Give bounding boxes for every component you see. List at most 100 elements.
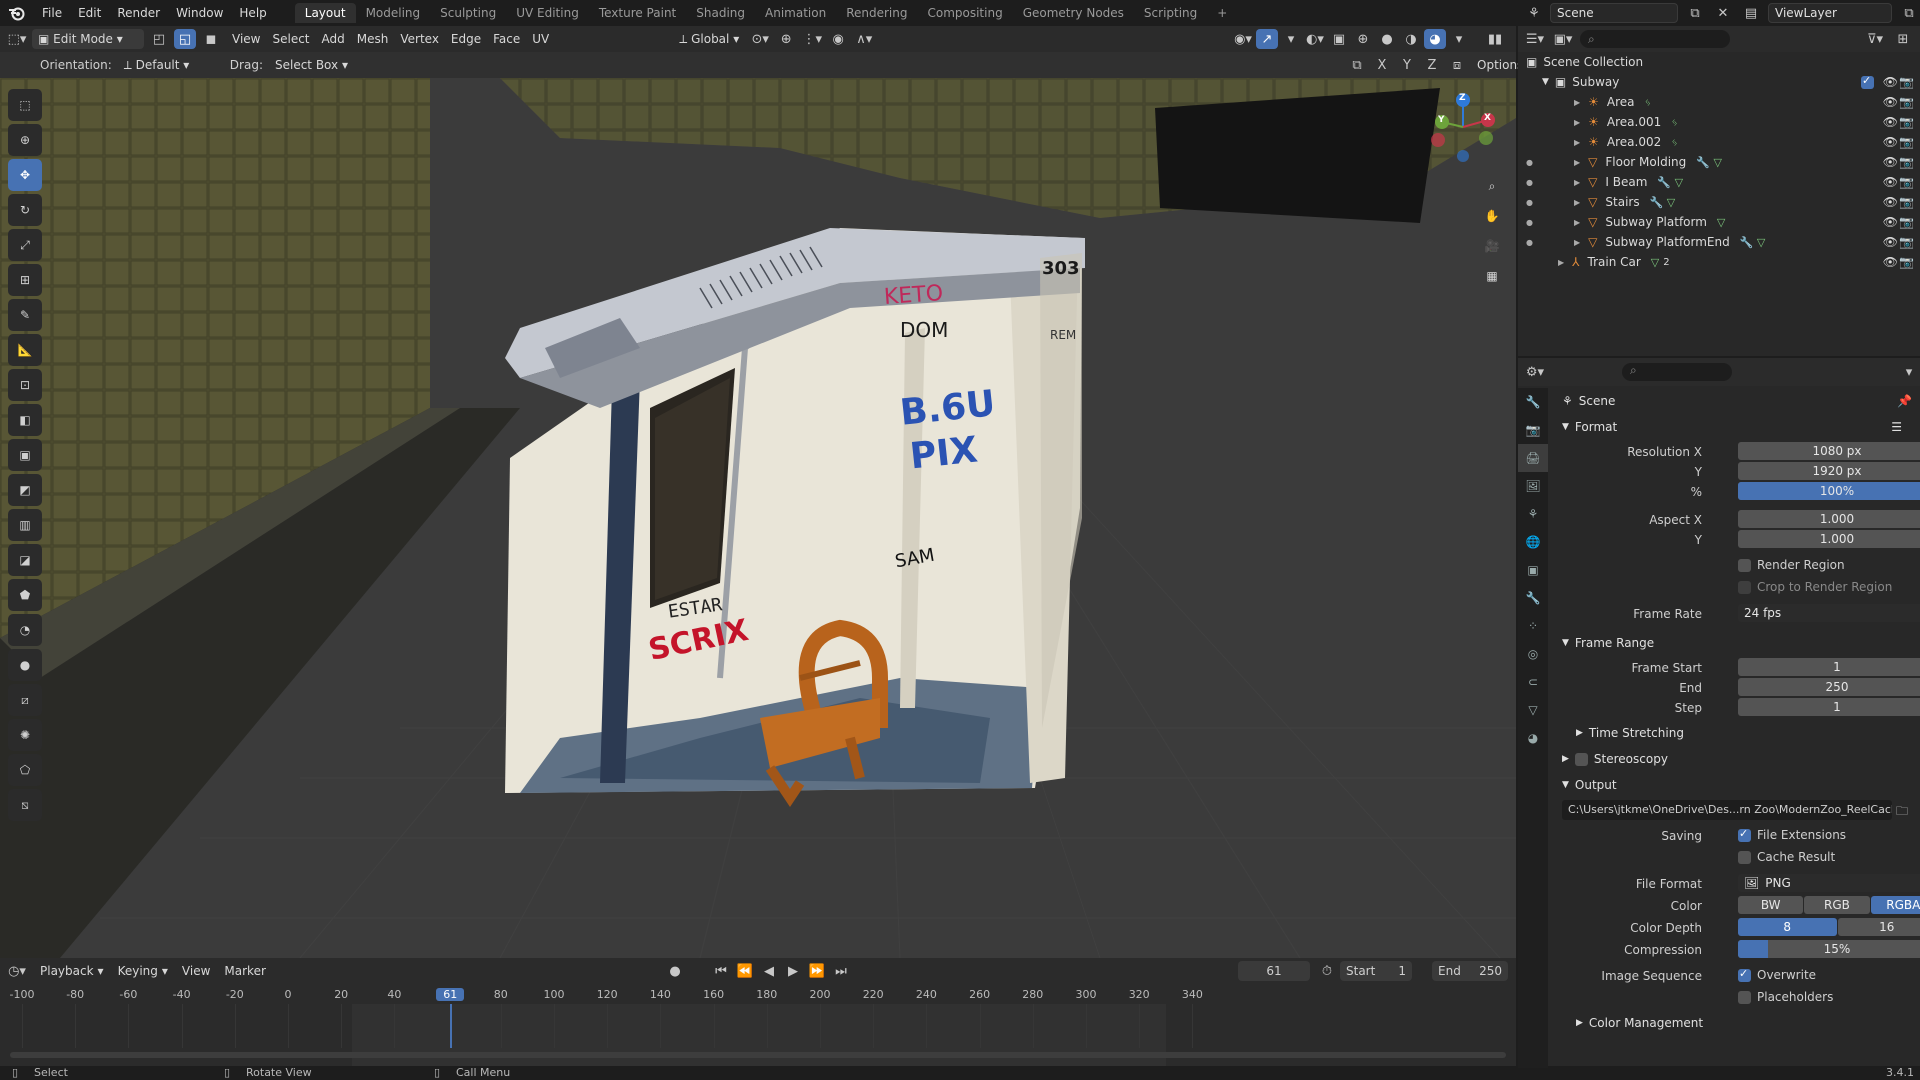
inset-icon[interactable]: ▣ xyxy=(8,439,42,471)
properties-options-icon[interactable]: ▾ xyxy=(1898,362,1920,382)
visibility-eye-icon[interactable]: 👁 xyxy=(1883,95,1898,109)
compression-slider[interactable]: 15% xyxy=(1738,940,1920,958)
overlays-icon[interactable]: ◐▾ xyxy=(1304,29,1326,49)
crop-region-checkbox[interactable]: Crop to Render Region xyxy=(1738,580,1892,594)
expand-arrow-icon[interactable]: ▶ xyxy=(1574,178,1580,187)
tab-layout[interactable]: Layout xyxy=(294,3,356,23)
frame-rate-dropdown[interactable]: 24 fps▾ xyxy=(1738,604,1920,622)
scene-icon[interactable]: ⚘ xyxy=(1524,3,1544,23)
menu-window[interactable]: Window xyxy=(168,3,231,23)
new-collection-icon[interactable]: ⊞ xyxy=(1892,29,1914,49)
tab-compositing[interactable]: Compositing xyxy=(917,3,1012,23)
frame-range-panel-header[interactable]: ▼ Frame Range xyxy=(1552,630,1920,656)
expand-arrow-icon[interactable]: ▶ xyxy=(1558,258,1564,267)
render-camera-icon[interactable]: 📷 xyxy=(1899,115,1914,129)
orientation-dropdown[interactable]: ⟂ Default ▾ xyxy=(118,55,214,75)
viewport-menu-mesh[interactable]: Mesh xyxy=(351,29,395,49)
outliner-item[interactable]: ● ▶ ▽ Subway Platform ▽ 👁 📷 xyxy=(1518,212,1920,232)
ortho-grid-icon[interactable]: ▦ xyxy=(1478,262,1506,290)
mode-selector[interactable]: ▣ Edit Mode ▾ xyxy=(32,29,144,49)
start-frame-field[interactable]: Start 1 xyxy=(1340,961,1412,981)
record-icon[interactable]: ● xyxy=(664,961,686,981)
expand-arrow-icon[interactable]: ▶ xyxy=(1574,198,1580,207)
next-key-icon[interactable]: ⏩ xyxy=(806,961,828,981)
visibility-eye-icon[interactable]: 👁 xyxy=(1883,195,1898,209)
color-rgba-button[interactable]: RGBA xyxy=(1870,896,1920,914)
time-stretching-subpanel[interactable]: ▶ Time Stretching xyxy=(1552,720,1920,746)
format-panel-header[interactable]: ▼ Format ☰ xyxy=(1552,414,1920,440)
viewport-menu-uv[interactable]: UV xyxy=(526,29,555,49)
color-depth-8-button[interactable]: 8 xyxy=(1738,918,1837,936)
resolution-x-field[interactable]: 1080 px xyxy=(1738,442,1920,460)
menu-edit[interactable]: Edit xyxy=(70,3,109,23)
scene-tab-icon[interactable]: ⚘ xyxy=(1518,500,1548,528)
navigation-gizmo[interactable]: Z X Y xyxy=(1428,92,1498,162)
edge-slide-icon[interactable]: ⧄ xyxy=(8,684,42,716)
viewport-menu-view[interactable]: View xyxy=(226,29,266,49)
placeholders-checkbox[interactable]: Placeholders xyxy=(1738,990,1833,1004)
menu-help[interactable]: Help xyxy=(231,3,274,23)
view-layer-selector[interactable]: ViewLayer xyxy=(1768,3,1892,23)
filter-icon[interactable]: ⊽▾ xyxy=(1864,29,1886,49)
visibility-eye-icon[interactable]: 👁 xyxy=(1883,235,1898,249)
outliner-item[interactable]: ● ▶ ▽ Stairs 🔧 ▽ 👁 📷 xyxy=(1518,192,1920,212)
collection-row-subway[interactable]: ▼ ▣ Subway 👁 📷 xyxy=(1518,72,1920,92)
expand-arrow-icon[interactable]: ▶ xyxy=(1574,218,1580,227)
render-tab-icon[interactable]: 📷 xyxy=(1518,416,1548,444)
play-reverse-icon[interactable]: ◀ xyxy=(758,961,780,981)
tool-tab-icon[interactable]: 🔧 xyxy=(1518,388,1548,416)
pause-icon[interactable]: ▮▮ xyxy=(1484,29,1506,49)
outliner-item[interactable]: ● ▶ ▽ Subway PlatformEnd 🔧 ▽ 👁 📷 xyxy=(1518,232,1920,252)
scene-collection-row[interactable]: ▣ Scene Collection xyxy=(1518,52,1920,72)
expand-arrow-icon[interactable]: ▶ xyxy=(1574,118,1580,127)
extrude-icon[interactable]: ◧ xyxy=(8,404,42,436)
visibility-eye-icon[interactable]: 👁 xyxy=(1883,135,1898,149)
outliner-item[interactable]: ▶ ☀ Area ᛃ 👁 📷 xyxy=(1518,92,1920,112)
auto-merge-icon[interactable]: ⧈ xyxy=(1446,55,1468,75)
viewport-menu-add[interactable]: Add xyxy=(316,29,351,49)
expand-arrow-icon[interactable]: ▼ xyxy=(1542,77,1549,87)
add-workspace-button[interactable]: + xyxy=(1207,3,1237,23)
file-format-dropdown[interactable]: 🖼PNG▾ xyxy=(1738,874,1920,892)
gizmo-dropdown-icon[interactable]: ▾ xyxy=(1280,29,1302,49)
add-cube-icon[interactable]: ⊡ xyxy=(8,369,42,401)
color-bw-button[interactable]: BW xyxy=(1738,896,1804,914)
render-camera-icon[interactable]: 📷 xyxy=(1899,175,1914,189)
view-layer-icon[interactable]: ▤ xyxy=(1740,3,1762,23)
timeline-menu-keying[interactable]: Keying ▾ xyxy=(112,961,174,981)
aspect-x-field[interactable]: 1.000 xyxy=(1738,510,1920,528)
render-camera-icon[interactable]: 📷 xyxy=(1899,155,1914,169)
render-camera-icon[interactable]: 📷 xyxy=(1899,135,1914,149)
visibility-eye-icon[interactable]: 👁 xyxy=(1883,255,1898,269)
vertex-select-icon[interactable]: ◰ xyxy=(148,29,170,49)
zoom-icon[interactable]: ⌕ xyxy=(1478,172,1506,200)
poly-build-icon[interactable]: ⬟ xyxy=(8,579,42,611)
3d-viewport[interactable]: ESTAR SCRIX KETO DOM B.6U PIX SAM 303 RE… xyxy=(0,78,1516,958)
outliner-type-icon[interactable]: ☰▾ xyxy=(1524,29,1546,49)
frame-step-field[interactable]: 1 xyxy=(1738,698,1920,716)
viewport-menu-edge[interactable]: Edge xyxy=(445,29,487,49)
properties-type-icon[interactable]: ⚙▾ xyxy=(1524,362,1546,382)
measure-icon[interactable]: 📐 xyxy=(8,334,42,366)
face-select-icon[interactable]: ◼ xyxy=(200,29,222,49)
smooth-icon[interactable]: ● xyxy=(8,649,42,681)
shrink-fatten-icon[interactable]: ✺ xyxy=(8,719,42,751)
overwrite-checkbox[interactable]: Overwrite xyxy=(1738,967,1816,982)
drag-dropdown[interactable]: Select Box ▾ xyxy=(269,55,354,75)
playhead-label[interactable]: 61 xyxy=(436,988,465,1001)
output-panel-header[interactable]: ▼ Output xyxy=(1552,772,1920,798)
scale-icon[interactable]: ⤢ xyxy=(8,229,42,261)
output-tab-icon[interactable]: 🖨 xyxy=(1518,444,1548,472)
outliner-item[interactable]: ● ▶ ▽ I Beam 🔧 ▽ 👁 📷 xyxy=(1518,172,1920,192)
outliner-item[interactable]: ▶ ⅄ Train Car ▽ 2 👁 📷 xyxy=(1518,252,1920,272)
visibility-eye-icon[interactable]: 👁 xyxy=(1883,115,1898,129)
render-camera-icon[interactable]: 📷 xyxy=(1899,235,1914,249)
end-frame-field[interactable]: End 250 xyxy=(1432,961,1508,981)
visibility-eye-icon[interactable]: 👁 xyxy=(1883,75,1898,89)
outliner-item[interactable]: ▶ ☀ Area.001 ᛃ 👁 📷 xyxy=(1518,112,1920,132)
transform-icon[interactable]: ⊞ xyxy=(8,264,42,296)
knife-icon[interactable]: ◪ xyxy=(8,544,42,576)
render-region-checkbox[interactable]: Render Region xyxy=(1738,558,1845,572)
menu-render[interactable]: Render xyxy=(109,3,168,23)
stereoscopy-panel-header[interactable]: ▶ Stereoscopy xyxy=(1552,746,1920,772)
